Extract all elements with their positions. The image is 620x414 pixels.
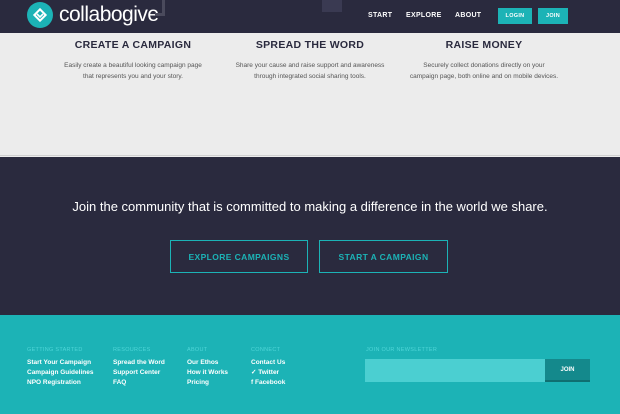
newsletter-heading: JOIN OUR NEWSLETTER (366, 347, 438, 353)
logo[interactable]: collabogive (27, 2, 159, 28)
feature-description: Easily create a beautiful looking campai… (64, 62, 202, 80)
login-button[interactable]: LOGIN (498, 8, 532, 24)
footer-link-label: Facebook (254, 379, 286, 386)
explore-campaigns-button[interactable]: EXPLORE CAMPAIGNS (170, 240, 308, 273)
feature-create: CREATE A CAMPAIGN Easily create a beauti… (58, 39, 208, 82)
footer-link[interactable]: Contact Us (251, 358, 285, 368)
footer-column-getting-started: GETTING STARTED Start Your Campaign Camp… (27, 347, 93, 388)
footer-heading: ABOUT (187, 347, 208, 353)
footer-link[interactable]: Campaign Guidelines (27, 368, 93, 378)
nav-explore[interactable]: EXPLORE (406, 12, 442, 19)
newsletter-email-input[interactable] (365, 359, 545, 382)
footer-link[interactable]: Support Center (113, 368, 165, 378)
nav-about[interactable]: ABOUT (455, 12, 481, 19)
footer-link[interactable]: How it Works (187, 368, 228, 378)
nav-start[interactable]: START (368, 12, 392, 19)
footer-column-connect: CONNECT Contact Us ✓ Twitter f Facebook (251, 347, 285, 388)
site-header: collabogive START EXPLORE ABOUT LOGIN JO… (0, 0, 620, 33)
footer-link[interactable]: Pricing (187, 378, 228, 388)
footer-link[interactable]: Start Your Campaign (27, 358, 93, 368)
start-campaign-button[interactable]: START A CAMPAIGN (319, 240, 448, 273)
newsletter-join-button[interactable]: JOIN (545, 359, 590, 382)
join-button[interactable]: JOIN (538, 8, 568, 24)
feature-description: Securely collect donations directly on y… (409, 62, 559, 80)
footer-link[interactable]: Our Ethos (187, 358, 228, 368)
footer-link-facebook[interactable]: f Facebook (251, 378, 285, 388)
header-decoration (322, 0, 342, 12)
logo-text: collabogive (59, 3, 159, 26)
logo-heart-icon (27, 2, 53, 28)
feature-title: CREATE A CAMPAIGN (74, 39, 192, 51)
footer-column-resources: RESOURCES Spread the Word Support Center… (113, 347, 165, 388)
footer-link-twitter[interactable]: ✓ Twitter (251, 368, 285, 378)
feature-spread: SPREAD THE WORD Share your cause and rai… (235, 39, 385, 82)
feature-raise: RAISE MONEY Securely collect donations d… (409, 39, 559, 82)
footer-link[interactable]: FAQ (113, 378, 165, 388)
site-footer: GETTING STARTED Start Your Campaign Camp… (0, 315, 620, 414)
feature-title: SPREAD THE WORD (255, 39, 365, 51)
header-decoration (155, 0, 165, 16)
footer-heading: GETTING STARTED (27, 347, 83, 353)
footer-link[interactable]: NPO Registration (27, 378, 93, 388)
features-section: CREATE A CAMPAIGN Easily create a beauti… (0, 33, 620, 156)
footer-heading: RESOURCES (113, 347, 151, 353)
footer-heading: CONNECT (251, 347, 281, 353)
footer-link-label: Twitter (258, 369, 280, 376)
community-section: Join the community that is committed to … (0, 157, 620, 315)
footer-link[interactable]: Spread the Word (113, 358, 165, 368)
footer-column-about: ABOUT Our Ethos How it Works Pricing (187, 347, 228, 388)
feature-description: Share your cause and raise support and a… (235, 62, 385, 80)
feature-title: RAISE MONEY (445, 39, 523, 51)
community-tagline: Join the community that is committed to … (72, 199, 548, 214)
